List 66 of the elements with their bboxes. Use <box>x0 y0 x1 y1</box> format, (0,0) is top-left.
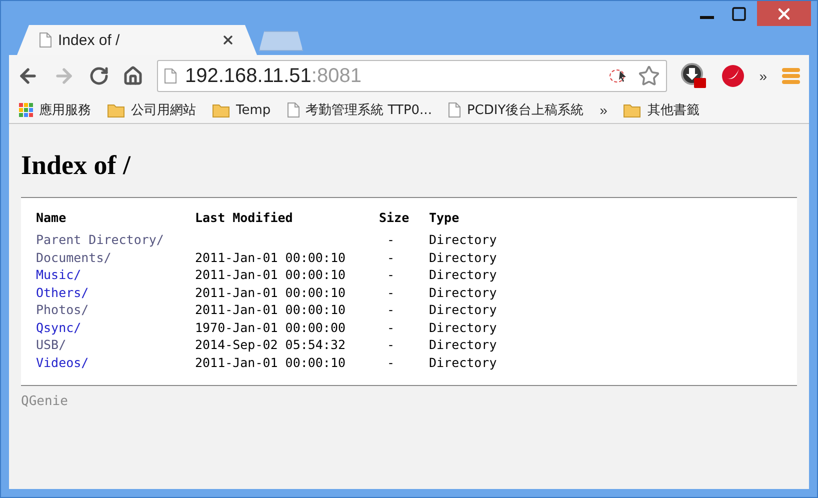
apps-grid-icon <box>19 103 33 117</box>
browser-tab[interactable]: Index of / <box>17 25 257 55</box>
reload-icon[interactable] <box>89 66 109 86</box>
modified-date: 2011-Jan-01 00:00:10 <box>195 354 346 370</box>
directory-link[interactable]: Videos/ <box>36 354 89 370</box>
modified-date: 2014-Sep-02 05:54:32 <box>195 337 346 352</box>
directory-link[interactable]: Qsync/ <box>36 320 82 335</box>
size-value: - <box>387 267 395 282</box>
directory-link[interactable]: Others/ <box>36 284 89 300</box>
folder-icon <box>212 102 230 118</box>
column-header: Size <box>379 210 410 227</box>
star-icon[interactable] <box>638 65 660 87</box>
type-value: Directory <box>429 320 497 335</box>
type-value: Directory <box>429 337 497 352</box>
bookmark[interactable]: 應用服務 <box>19 101 91 119</box>
type-value: Directory <box>429 354 497 370</box>
modified-date: 1970-Jan-01 00:00:00 <box>195 320 346 335</box>
size-value: - <box>387 354 395 370</box>
swirl-extension-icon[interactable] <box>721 64 746 88</box>
close-button[interactable] <box>757 1 811 26</box>
maximize-icon <box>731 6 747 22</box>
bookmark[interactable]: PCDIY後台上稿系統 <box>448 101 584 119</box>
type-value: Directory <box>429 232 497 248</box>
size-value: - <box>387 302 395 318</box>
column-header: Name <box>36 210 68 227</box>
page-icon <box>164 68 177 84</box>
directory-link[interactable]: Documents/ <box>36 250 112 265</box>
tab-title: Index of / <box>58 32 121 48</box>
other-bookmarks[interactable]: 其他書籤 <box>623 101 700 119</box>
size-value: - <box>387 337 395 352</box>
server-signature: QGenie <box>21 394 69 409</box>
back-icon[interactable] <box>17 65 39 87</box>
size-value: - <box>387 250 395 265</box>
directory-link[interactable]: USB/ <box>36 337 66 352</box>
column-header: Last Modified <box>195 210 294 227</box>
address-bar[interactable]: 192.168.11.51:8081 <box>157 60 668 92</box>
home-icon[interactable] <box>123 66 143 86</box>
directory-link[interactable]: Photos/ <box>36 302 89 318</box>
bookmark[interactable]: 公司用網站 <box>107 101 196 119</box>
minimize-icon <box>700 16 714 19</box>
directory-link[interactable]: Parent Directory/ <box>36 232 164 248</box>
size-value: - <box>387 284 395 300</box>
size-value: - <box>387 232 395 248</box>
type-value: Directory <box>429 267 497 282</box>
bookmarks-overflow[interactable]: » <box>600 102 608 118</box>
directory-link[interactable]: Music/ <box>36 267 82 282</box>
size-value: - <box>387 320 395 335</box>
folder-icon <box>107 102 125 118</box>
column-header: Type <box>429 210 460 227</box>
page-icon <box>448 102 461 118</box>
extensions-overflow[interactable]: » <box>759 68 767 84</box>
bookmark[interactable]: Temp <box>212 102 271 118</box>
type-value: Directory <box>429 284 497 300</box>
modified-date: 2011-Jan-01 00:00:10 <box>195 250 346 265</box>
page-icon <box>39 32 52 48</box>
type-value: Directory <box>429 302 497 318</box>
type-value: Directory <box>429 250 497 265</box>
modified-date: 2011-Jan-01 00:00:10 <box>195 284 346 300</box>
modified-date: 2011-Jan-01 00:00:10 <box>195 302 346 318</box>
modified-date: 2011-Jan-01 00:00:10 <box>195 267 346 282</box>
page-icon <box>286 102 300 118</box>
page-heading: Index of / <box>21 150 132 181</box>
close-icon[interactable] <box>221 33 235 47</box>
bookmark[interactable]: 考勤管理系統 TTP0... <box>286 101 432 119</box>
download-extension-icon[interactable] <box>681 63 708 89</box>
folder-icon <box>623 102 642 118</box>
